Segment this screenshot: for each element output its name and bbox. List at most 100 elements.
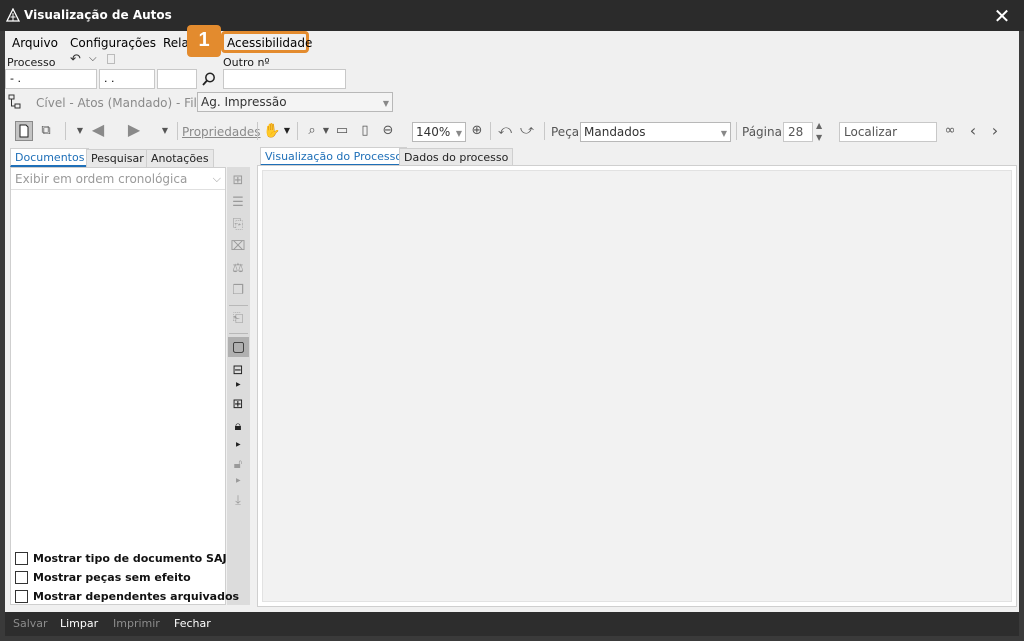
pagina-field[interactable]: 28 xyxy=(783,122,813,142)
list-icon[interactable]: ☰ xyxy=(228,193,248,213)
separator xyxy=(177,122,178,140)
menu-arquivo[interactable]: Arquivo xyxy=(12,35,58,51)
tab-visualizacao-processo[interactable]: Visualização do Processo xyxy=(260,147,408,166)
checkbox-tipo-documento[interactable] xyxy=(15,552,28,565)
find-previous-icon[interactable]: ‹ xyxy=(964,122,982,140)
separator xyxy=(736,122,737,140)
rotate-left-icon[interactable]: ⤺ xyxy=(496,122,514,140)
tab-pesquisar[interactable]: Pesquisar xyxy=(86,149,149,168)
document-history-icon[interactable]: ⎗ xyxy=(228,309,248,329)
callout-badge: 1 xyxy=(187,25,221,57)
dropdown-icon[interactable]: ▼ xyxy=(71,122,89,140)
clipboard-icon xyxy=(107,54,115,64)
chevron-down-icon: ▼ xyxy=(720,129,727,138)
document-icon xyxy=(19,124,29,138)
expand-arrow-icon[interactable]: ▶ xyxy=(236,441,241,448)
outro-label: Outro nº xyxy=(223,56,270,69)
tab-documentos[interactable]: Documentos xyxy=(10,148,90,167)
zoom-select[interactable]: 140% ▼ xyxy=(412,122,466,142)
window-title: Visualização de Autos xyxy=(24,8,172,22)
fila-text: Cível - Atos (Mandado) - Fila: xyxy=(36,96,209,110)
side-toolbar: ⊞ ☰ ⎘ ⌧ ⚖ ❐ ⎗ ▢ ⊟ ▶ ⊞ 🔒︎ ▶ 🔓︎ ▶ ⤓ xyxy=(227,167,250,605)
checkbox-label-pecas-sem-efeito: Mostrar peças sem efeito xyxy=(33,571,191,584)
localizar-field[interactable]: Localizar xyxy=(839,122,937,142)
zoom-out-icon[interactable]: ⊖ xyxy=(379,122,397,140)
expand-arrow-icon[interactable]: ▶ xyxy=(236,381,241,388)
zoom-value: 140% xyxy=(416,125,451,139)
find-next-icon[interactable]: › xyxy=(986,122,1004,140)
search-icon[interactable] xyxy=(201,71,217,87)
fila-select-value: Ag. Impressão xyxy=(201,95,287,109)
chevron-down-icon: ▼ xyxy=(455,129,462,138)
menu-acessibilidade[interactable]: Acessibilidade xyxy=(227,35,312,51)
processo-label: Processo xyxy=(7,56,56,69)
order-placeholder: Exibir em ordem cronológica xyxy=(15,172,188,186)
page-spinner-icon[interactable]: ▲ ▼ xyxy=(816,120,822,144)
download-icon[interactable]: ⤓ xyxy=(228,491,248,511)
binoculars-icon[interactable]: ∞ xyxy=(939,122,961,140)
separator xyxy=(229,333,248,334)
dropdown-icon[interactable]: ▼ xyxy=(156,122,174,140)
tab-anotacoes[interactable]: Anotações xyxy=(146,149,214,168)
order-select[interactable]: Exibir em ordem cronológica ⌵ xyxy=(11,168,225,190)
salvar-button[interactable]: Salvar xyxy=(13,617,48,630)
document-remove-icon[interactable]: ⌧ xyxy=(228,237,248,257)
pagina-label: Página xyxy=(742,125,782,139)
copy-icon[interactable]: ❐ xyxy=(228,281,248,301)
chevron-down-icon: ▼ xyxy=(382,99,389,108)
processo-field-1[interactable]: - . xyxy=(5,69,97,89)
separator xyxy=(297,122,298,140)
processo-field-3[interactable] xyxy=(157,69,197,89)
dropdown-icon[interactable]: ▼ xyxy=(278,122,296,140)
title-bar: Visualização de Autos ✕ xyxy=(0,0,1024,31)
document-viewport[interactable] xyxy=(262,170,1012,602)
separator xyxy=(490,122,491,140)
note-icon[interactable]: ▢ xyxy=(228,337,249,357)
peca-label: Peça xyxy=(551,125,580,139)
separator xyxy=(257,122,258,140)
fechar-button[interactable]: Fechar xyxy=(174,617,211,630)
limpar-button[interactable]: Limpar xyxy=(60,617,98,630)
viewer-panel xyxy=(257,165,1017,607)
tree-icon[interactable]: ⊞ xyxy=(228,171,248,191)
checkbox-pecas-sem-efeito[interactable] xyxy=(15,571,28,584)
split-view-icon[interactable]: ⧉ xyxy=(37,122,55,140)
checkbox-dependentes-arquivados[interactable] xyxy=(15,590,28,603)
zoom-in-icon[interactable]: ⊕ xyxy=(468,122,486,140)
document-view-button[interactable] xyxy=(15,121,33,141)
peca-select[interactable]: Mandados ▼ xyxy=(580,122,731,142)
rotate-right-icon[interactable]: ⤻ xyxy=(518,122,536,140)
outro-field[interactable] xyxy=(223,69,346,89)
fit-page-icon[interactable]: ▯ xyxy=(356,122,374,140)
documents-panel: Exibir em ordem cronológica ⌵ xyxy=(10,167,226,605)
imprimir-button[interactable]: Imprimir xyxy=(113,617,160,630)
lock-icon[interactable]: 🔒︎ xyxy=(228,417,248,437)
fit-width-icon[interactable]: ▭ xyxy=(333,122,351,140)
menu-configuracoes[interactable]: Configurações xyxy=(70,35,156,51)
unlock-icon[interactable]: 🔓︎ xyxy=(228,455,248,475)
chevron-down-icon[interactable]: ⌵ xyxy=(89,53,97,64)
expand-arrow-icon[interactable]: ▶ xyxy=(236,477,241,484)
undo-icon[interactable]: ↶ xyxy=(70,52,81,67)
chevron-down-icon: ⌵ xyxy=(212,172,221,185)
processo-field-2[interactable]: . . xyxy=(99,69,155,89)
checkbox-label-dependentes-arquivados: Mostrar dependentes arquivados xyxy=(33,590,240,603)
add-note-icon[interactable]: ⊞ xyxy=(228,395,248,415)
separator xyxy=(65,122,66,140)
hierarchy-icon xyxy=(8,94,21,109)
gavel-icon[interactable]: ⚖ xyxy=(228,259,248,279)
client-area: Arquivo Configurações Relat 1 Acessibili… xyxy=(5,25,1019,612)
checkbox-label-tipo-documento: Mostrar tipo de documento SAJ xyxy=(33,552,227,565)
separator xyxy=(229,305,248,306)
app-logo-icon xyxy=(6,8,20,22)
previous-icon[interactable]: ◀ xyxy=(89,121,107,139)
peca-value: Mandados xyxy=(584,125,646,139)
callout-number: 1 xyxy=(187,25,221,57)
fila-select[interactable]: Ag. Impressão ▼ xyxy=(197,92,393,112)
document-stamp-icon[interactable]: ⎘ xyxy=(228,215,248,235)
status-bar: Salvar Limpar Imprimir Fechar xyxy=(5,612,1019,636)
close-icon[interactable]: ✕ xyxy=(990,4,1014,28)
note-list-icon[interactable]: ⊟ xyxy=(228,361,248,381)
properties-button[interactable]: Propriedades xyxy=(182,125,261,139)
next-icon[interactable]: ▶ xyxy=(125,121,143,139)
